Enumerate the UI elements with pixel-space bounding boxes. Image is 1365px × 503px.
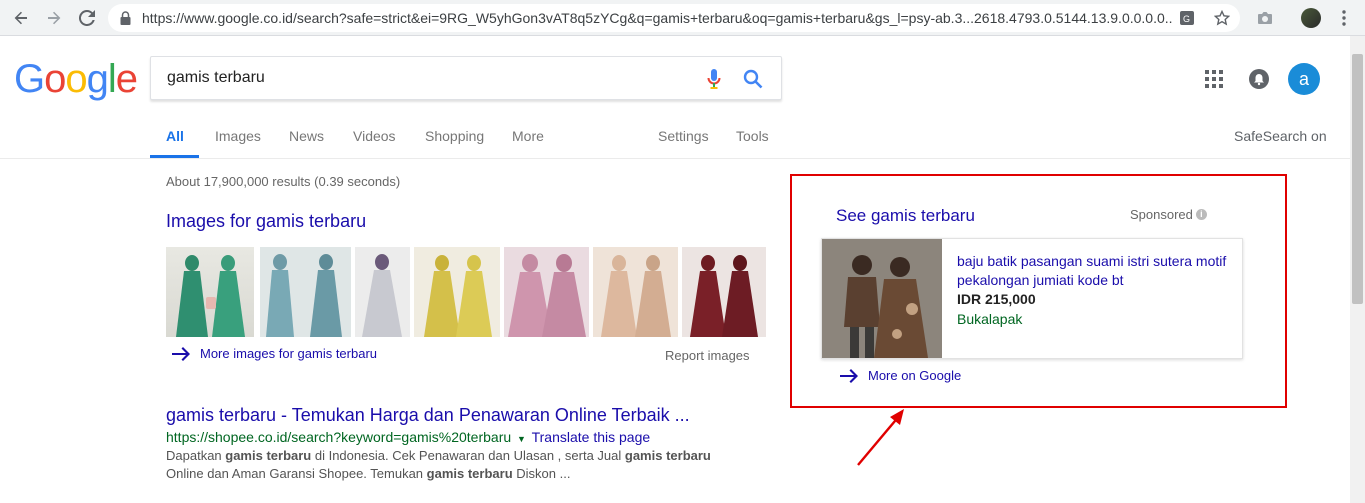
profile-avatar-icon[interactable] [1300, 7, 1322, 29]
tab-settings[interactable]: Settings [658, 128, 709, 144]
scrollbar-thumb[interactable] [1352, 54, 1363, 304]
tab-videos[interactable]: Videos [353, 128, 396, 144]
more-on-google-link[interactable]: More on Google [840, 368, 961, 383]
arrow-right-icon [840, 368, 858, 383]
result-url: https://shopee.co.id/search?keyword=gami… [166, 429, 650, 445]
sponsored-heading[interactable]: See gamis terbaru [836, 206, 975, 226]
bookmark-star-icon[interactable] [1211, 7, 1233, 29]
product-merchant: Bukalapak [957, 311, 1023, 327]
google-logo[interactable]: Google [14, 58, 138, 100]
result-title-link[interactable]: gamis terbaru - Temukan Harga dan Penawa… [166, 405, 690, 426]
apps-grid-icon[interactable] [1204, 69, 1224, 89]
back-button[interactable] [10, 7, 32, 29]
product-price: IDR 215,000 [957, 291, 1036, 307]
more-on-google-label: More on Google [868, 368, 962, 383]
active-tab-indicator [150, 155, 199, 158]
tab-news[interactable]: News [289, 128, 324, 144]
info-icon[interactable]: i [1195, 209, 1207, 220]
result-url-text: https://shopee.co.id/search?keyword=gami… [166, 429, 512, 445]
search-icon[interactable] [741, 67, 765, 91]
image-thumbnail[interactable] [355, 247, 410, 337]
tab-more[interactable]: More [512, 128, 544, 144]
more-images-label: More images for gamis terbaru [200, 346, 378, 361]
product-title-link[interactable]: baju batik pasangan suami istri sutera m… [957, 252, 1237, 290]
image-thumbnail[interactable] [260, 247, 351, 337]
svg-text:G: G [1183, 14, 1190, 24]
translate-link[interactable]: Translate this page [532, 429, 651, 445]
image-thumbnail[interactable] [414, 247, 500, 337]
search-tabs: All Images News Videos Shopping More Set… [0, 112, 1352, 159]
report-images-link[interactable]: Report images [665, 348, 750, 363]
notifications-bell-icon[interactable] [1248, 68, 1270, 90]
translate-icon[interactable]: G [1176, 7, 1198, 29]
reload-icon [79, 10, 95, 26]
account-avatar[interactable]: a [1288, 63, 1320, 95]
arrow-right-icon [172, 346, 190, 361]
tab-all[interactable]: All [166, 128, 184, 144]
image-thumbnail[interactable] [682, 247, 766, 337]
browser-menu-icon[interactable] [1333, 7, 1355, 29]
search-box[interactable]: gamis terbaru [150, 56, 782, 100]
search-input[interactable]: gamis terbaru [167, 69, 265, 87]
result-stats: About 17,900,000 results (0.39 seconds) [166, 174, 401, 189]
red-arrow-annotation-icon [857, 409, 904, 466]
tab-images[interactable]: Images [215, 128, 261, 144]
product-card[interactable]: baju batik pasangan suami istri sutera m… [821, 238, 1243, 359]
forward-arrow-icon [48, 11, 61, 25]
back-arrow-icon [14, 11, 27, 25]
product-image[interactable] [822, 239, 942, 358]
result-snippet: Dapatkan gamis terbaru di Indonesia. Cek… [166, 448, 711, 481]
more-images-link[interactable]: More images for gamis terbaru [172, 346, 377, 361]
forward-button[interactable] [43, 7, 65, 29]
reload-button[interactable] [76, 7, 98, 29]
tab-tools[interactable]: Tools [736, 128, 769, 144]
microphone-icon[interactable] [703, 67, 725, 91]
url-text: https://www.google.co.id/search?safe=str… [142, 10, 1172, 26]
sponsored-label: Sponsored i [1130, 207, 1207, 222]
browser-toolbar: https://www.google.co.id/search?safe=str… [0, 0, 1365, 36]
lock-icon [120, 11, 131, 25]
safesearch-status[interactable]: SafeSearch on [1234, 128, 1327, 144]
tab-shopping[interactable]: Shopping [425, 128, 484, 144]
camera-icon[interactable] [1254, 7, 1276, 29]
page-scrollbar[interactable] [1350, 36, 1365, 503]
dropdown-caret-icon[interactable]: ▼ [517, 434, 526, 444]
image-thumbnail[interactable] [166, 247, 254, 337]
address-bar[interactable]: https://www.google.co.id/search?safe=str… [108, 4, 1240, 32]
image-thumbnail[interactable] [593, 247, 678, 337]
image-thumbnail[interactable] [504, 247, 589, 337]
images-heading[interactable]: Images for gamis terbaru [166, 211, 366, 232]
